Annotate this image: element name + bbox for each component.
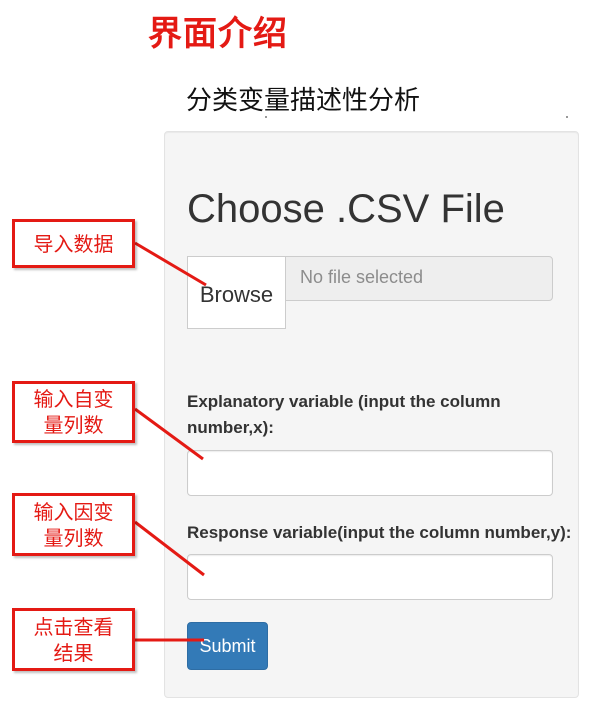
response-variable-label: Response variable(input the column numbe… [187,523,572,542]
submit-button[interactable]: Submit [187,622,268,670]
page-title: 界面介绍 [148,14,288,54]
annotation-response-input: 输入因变量列数 [12,493,135,556]
response-variable-input[interactable] [187,554,553,600]
divider-mark [265,116,267,118]
annotation-text: 点击查看结果 [33,614,114,665]
annotation-explanatory-input: 输入自变量列数 [12,381,135,443]
sidebar-panel: Choose .CSV File Browse No file selected… [164,131,579,698]
explanatory-variable-label: Explanatory variable (input the column n… [187,392,501,437]
file-name-display: No file selected [285,256,553,301]
annotation-text: 输入因变量列数 [33,499,114,550]
divider-mark [566,116,568,118]
app-title: 分类变量描述性分析 [186,86,421,116]
annotation-view-results: 点击查看结果 [12,608,135,671]
annotation-import-data: 导入数据 [12,219,135,268]
annotation-text: 输入自变量列数 [33,387,114,437]
upload-heading: Choose .CSV File [187,187,505,231]
browse-button[interactable]: Browse [187,256,286,329]
explanatory-variable-input[interactable] [187,450,553,496]
